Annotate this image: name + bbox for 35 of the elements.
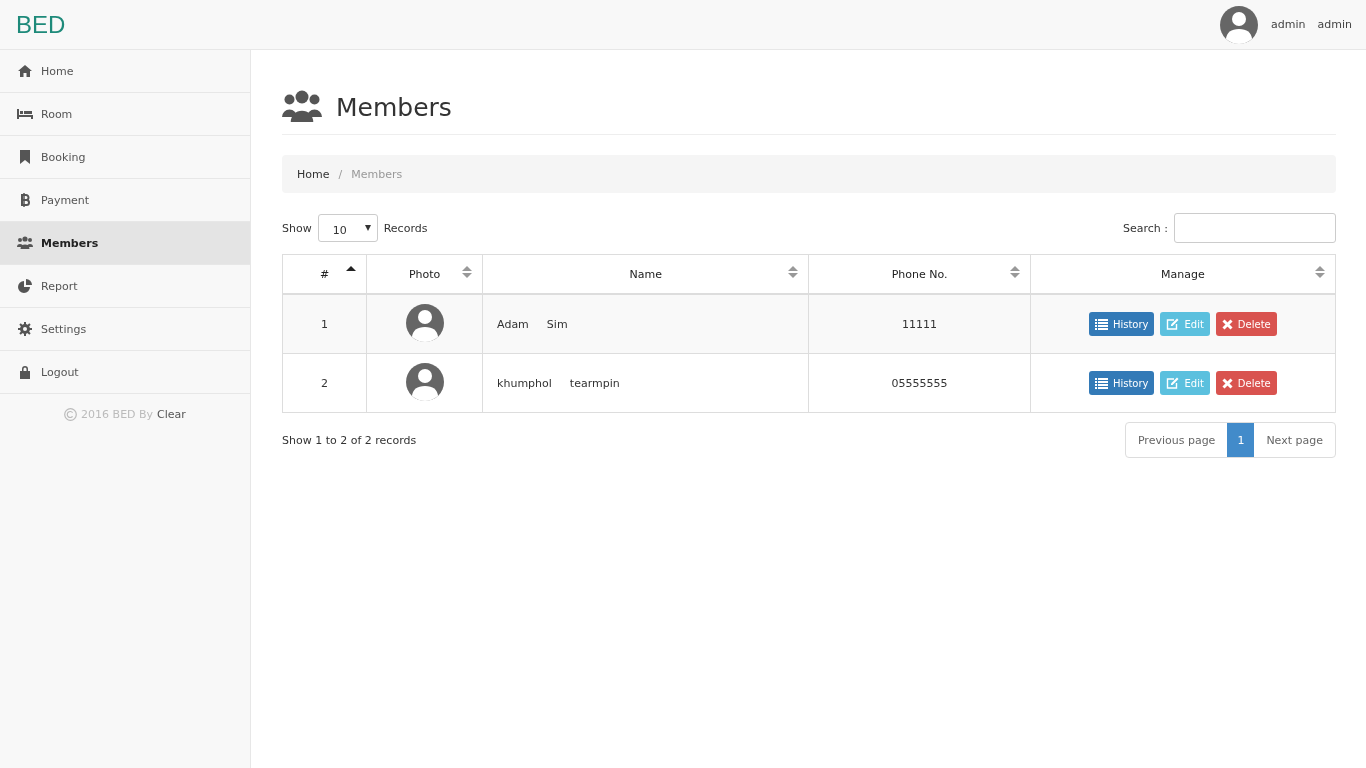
sidebar-item[interactable]: Room	[0, 93, 250, 136]
footer-text: 2016 BED By	[81, 408, 154, 421]
first-name: khumphol	[497, 376, 552, 390]
table-cell: 1	[282, 294, 367, 354]
breadcrumb-link[interactable]: Home	[297, 167, 330, 181]
records-label: Records	[383, 221, 428, 235]
delete-button[interactable]: Delete	[1215, 371, 1277, 395]
sidebar-item[interactable]: Logout	[0, 351, 250, 394]
user-name[interactable]: admin	[1271, 18, 1306, 31]
table-cell: 11111	[809, 294, 1031, 354]
delete-button[interactable]: Delete	[1215, 312, 1277, 336]
page-button[interactable]: 1	[1227, 423, 1255, 457]
last-name: tearmpin	[569, 376, 620, 390]
next-page-button[interactable]: Next page	[1254, 423, 1335, 457]
table-cell: 05555555	[809, 353, 1031, 413]
last-name: Sim	[546, 317, 568, 331]
table-cell: 2	[282, 353, 367, 413]
search-label: Search :	[1123, 221, 1168, 235]
logo[interactable]: BED	[16, 10, 66, 39]
history-button[interactable]: History	[1088, 371, 1155, 395]
page-size-select[interactable]: 10	[317, 214, 378, 242]
user-name[interactable]: admin	[1317, 18, 1352, 31]
breadcrumb-separator: /	[338, 167, 343, 181]
show-label: Show	[282, 221, 312, 235]
first-name: Adam	[497, 317, 529, 331]
sidebar-item[interactable]: Members	[0, 222, 250, 265]
sidebar-item[interactable]: Booking	[0, 136, 250, 179]
sidebar-item[interactable]: Report	[0, 265, 250, 308]
previous-page-button[interactable]: Previous page	[1125, 423, 1228, 457]
footer-author: Clear	[157, 408, 186, 421]
history-button[interactable]: History	[1088, 312, 1155, 336]
sidebar-item[interactable]: Home	[0, 50, 250, 93]
sidebar-item[interactable]: Settings	[0, 308, 250, 351]
records-info: Show 1 to 2 of 2 records	[282, 433, 417, 447]
page-title: Members	[336, 92, 452, 122]
